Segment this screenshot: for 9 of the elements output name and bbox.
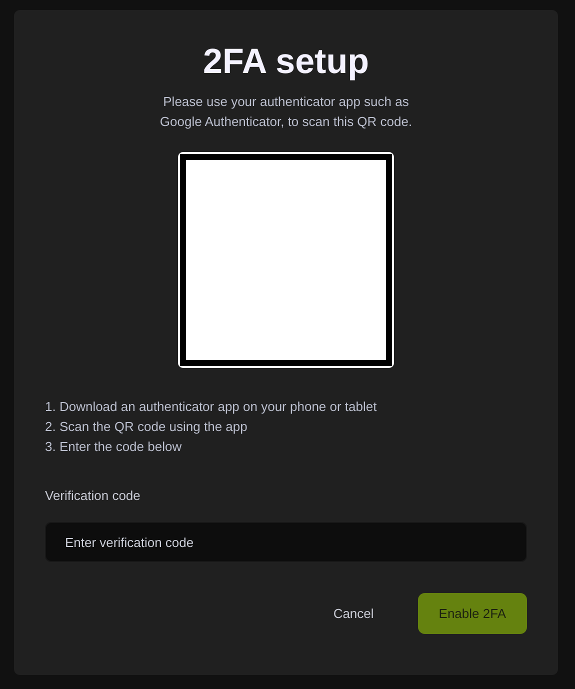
- step-text: 3. Enter the code below: [45, 438, 183, 456]
- verification-code-field[interactable]: Enter verification code: [45, 522, 527, 562]
- dialog-title: 2FA setup: [202, 41, 370, 83]
- enable-button[interactable]: Enable 2FA: [418, 593, 527, 634]
- field-label: Verification code: [45, 487, 140, 505]
- instruction-text: Please use your authenticator app such as Google Authenticator, to scan this QR code.: [158, 93, 414, 131]
- cancel-button[interactable]: Cancel: [313, 593, 394, 634]
- step-text: 1. Download an authenticator app on your phone or tablet: [45, 398, 378, 416]
- step-text: 2. Scan the QR code using the app: [45, 418, 248, 436]
